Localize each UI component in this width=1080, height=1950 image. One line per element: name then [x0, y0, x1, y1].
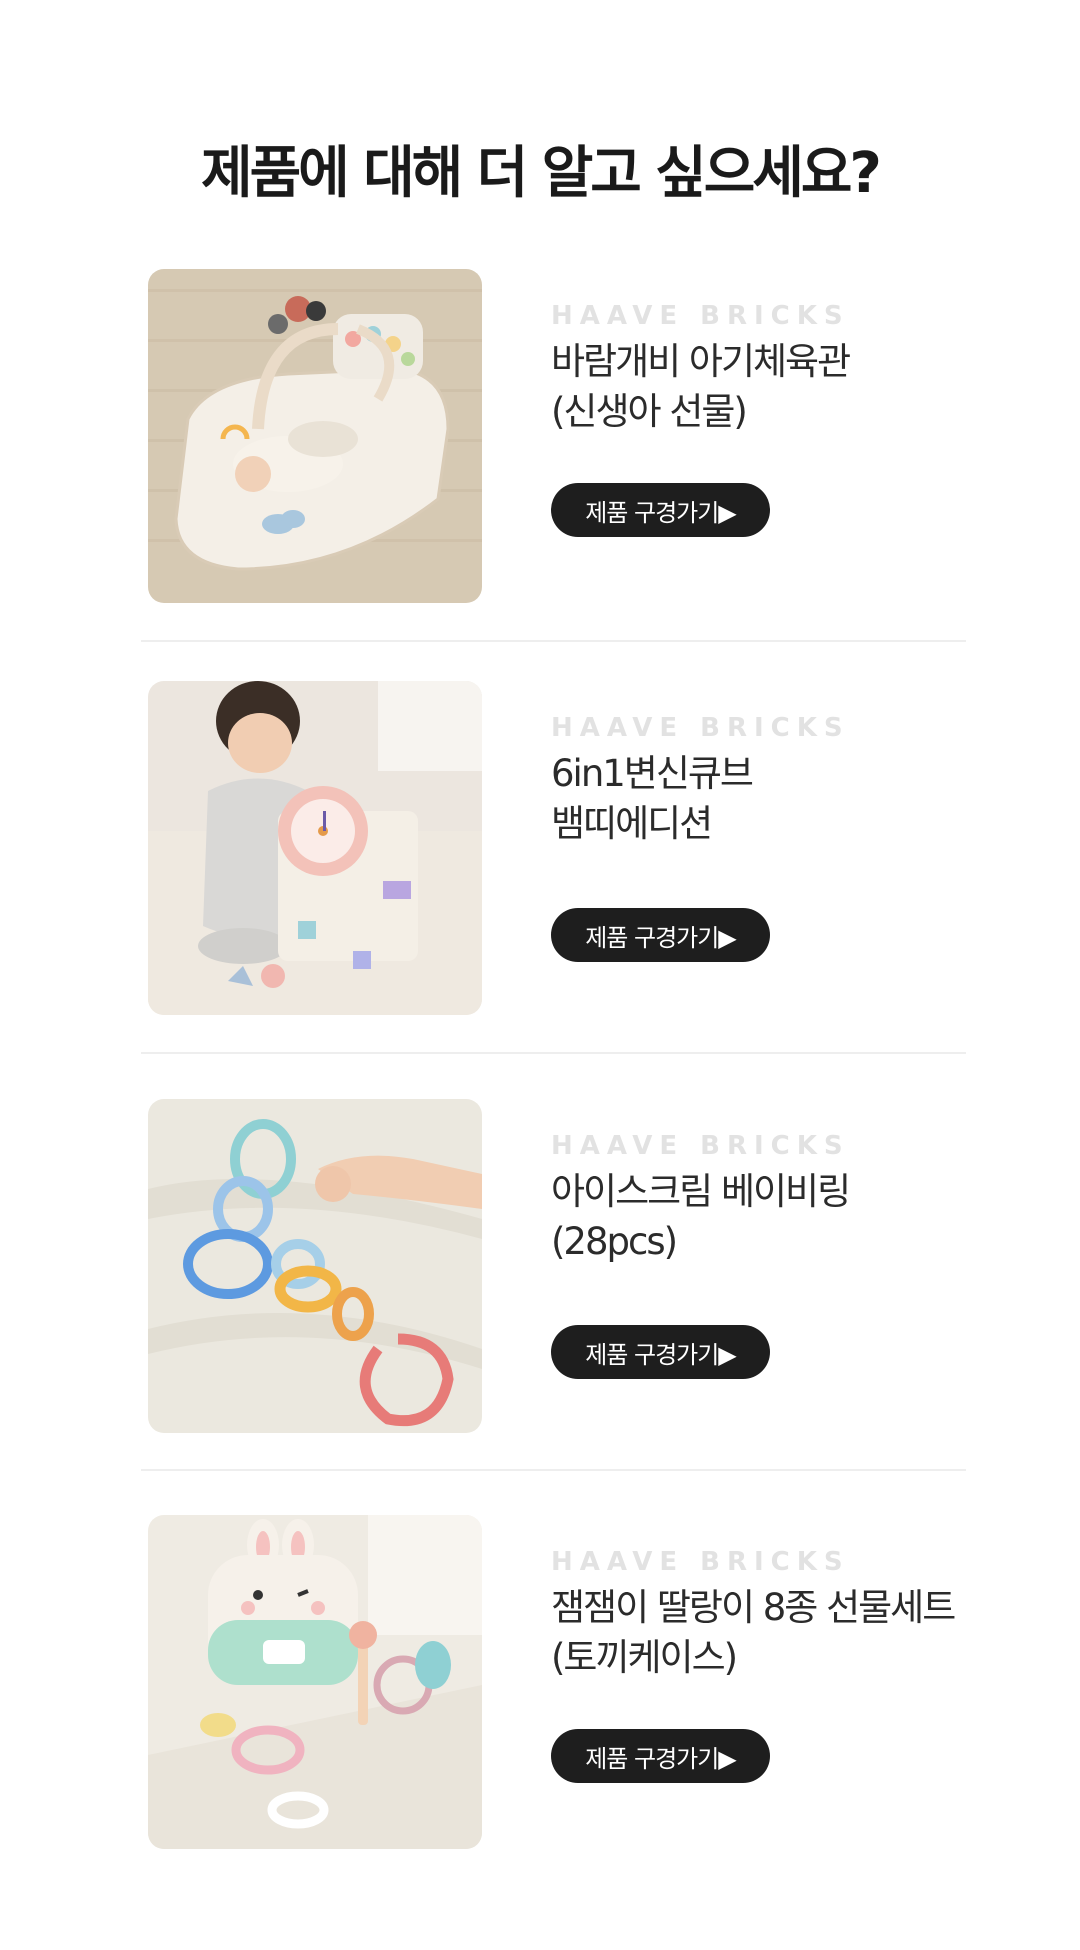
brand-label: HAAVE BRICKS — [551, 1547, 850, 1577]
view-product-button[interactable]: 제품 구경가기▶ — [551, 908, 770, 962]
product-name: 6in1변신큐브 뱀띠에디션 — [551, 749, 1011, 849]
view-product-button[interactable]: 제품 구경가기▶ — [551, 483, 770, 537]
page-title: 제품에 대해 더 알고 싶으세요? — [201, 140, 882, 206]
product-name-line2: 뱀띠에디션 — [551, 802, 713, 845]
product-name-line2: (토끼케이스) — [551, 1636, 738, 1679]
product-name-line1: 6in1변신큐브 — [551, 752, 754, 795]
product-name-line2: (28pcs) — [551, 1220, 678, 1263]
product-card-baby-gym[interactable]: HAAVE BRICKS 바람개비 아기체육관 (신생아 선물) 제품 구경가기… — [148, 269, 1018, 603]
product-image-rattle-set[interactable] — [148, 1515, 482, 1849]
view-product-button[interactable]: 제품 구경가기▶ — [551, 1325, 770, 1379]
product-card-baby-rings[interactable]: HAAVE BRICKS 아이스크림 베이비링 (28pcs) 제품 구경가기▶ — [148, 1099, 1018, 1433]
product-name: 아이스크림 베이비링 (28pcs) — [551, 1167, 1011, 1267]
product-name-line1: 바람개비 아기체육관 — [551, 340, 851, 383]
product-name-line2: (신생아 선물) — [551, 390, 748, 433]
product-image-baby-gym[interactable] — [148, 269, 482, 603]
product-card-activity-cube[interactable]: HAAVE BRICKS 6in1변신큐브 뱀띠에디션 제품 구경가기▶ — [148, 681, 1018, 1015]
brand-label: HAAVE BRICKS — [551, 1131, 850, 1161]
brand-label: HAAVE BRICKS — [551, 301, 850, 331]
product-name-line1: 아이스크림 베이비링 — [551, 1170, 851, 1213]
divider — [141, 1052, 966, 1054]
divider — [141, 640, 966, 642]
product-image-baby-rings[interactable] — [148, 1099, 482, 1433]
product-name-line1: 잼잼이 딸랑이 8종 선물세트 — [551, 1586, 956, 1629]
product-name: 바람개비 아기체육관 (신생아 선물) — [551, 337, 1011, 437]
view-product-button[interactable]: 제품 구경가기▶ — [551, 1729, 770, 1783]
divider — [141, 1469, 966, 1471]
brand-label: HAAVE BRICKS — [551, 713, 850, 743]
product-image-activity-cube[interactable] — [148, 681, 482, 1015]
product-name: 잼잼이 딸랑이 8종 선물세트 (토끼케이스) — [551, 1583, 1011, 1683]
product-card-rattle-set[interactable]: HAAVE BRICKS 잼잼이 딸랑이 8종 선물세트 (토끼케이스) 제품 … — [148, 1515, 1018, 1849]
